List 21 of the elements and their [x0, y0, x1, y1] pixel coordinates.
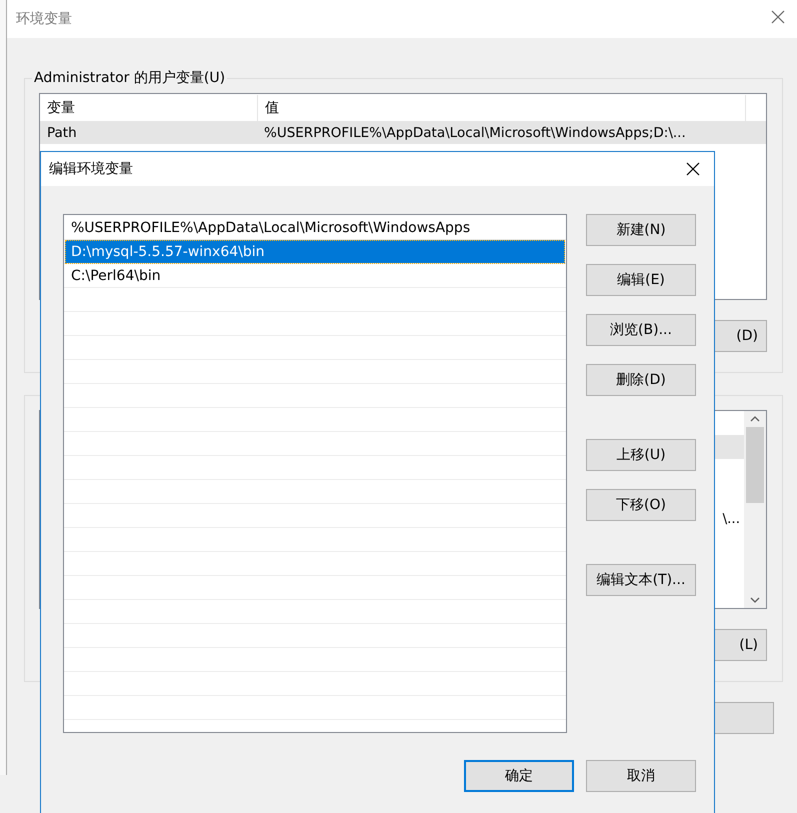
- table-cell-text: Path: [46, 124, 78, 140]
- table-cell-text: %USERPROFILE%\AppData\Local\Microsoft\WindowsApps;D:\...: [263, 124, 687, 140]
- button[interactable]: 编辑文本(T)...: [586, 564, 696, 596]
- ok-button[interactable]: 确定: [464, 760, 574, 792]
- scroll-thumb[interactable]: [746, 427, 764, 503]
- dialog-title: 编辑环境变量: [49, 160, 133, 178]
- window-title: 环境变量: [16, 10, 72, 28]
- list-row[interactable]: Path %USERPROFILE%\AppData\Local\Microsoft\WindowsApps;D:\...: [40, 121, 766, 144]
- button[interactable]: 浏览(B)...: [586, 314, 696, 346]
- scroll-up-icon[interactable]: [750, 416, 760, 422]
- scroll-down-icon[interactable]: [750, 597, 760, 603]
- button[interactable]: 编辑(E): [586, 264, 696, 296]
- close-icon[interactable]: [686, 162, 700, 176]
- cancel-button[interactable]: 取消: [586, 760, 696, 792]
- scrollbar[interactable]: [744, 411, 766, 608]
- button[interactable]: 上移(U): [586, 439, 696, 471]
- button[interactable]: 下移(O): [586, 489, 696, 521]
- list-item[interactable]: D:\mysql-5.5.57-winx64\bin: [65, 240, 565, 264]
- group-label: Administrator 的用户变量(U): [32, 69, 228, 87]
- button[interactable]: 删除(D): [586, 364, 696, 396]
- button[interactable]: 新建(N): [586, 214, 696, 246]
